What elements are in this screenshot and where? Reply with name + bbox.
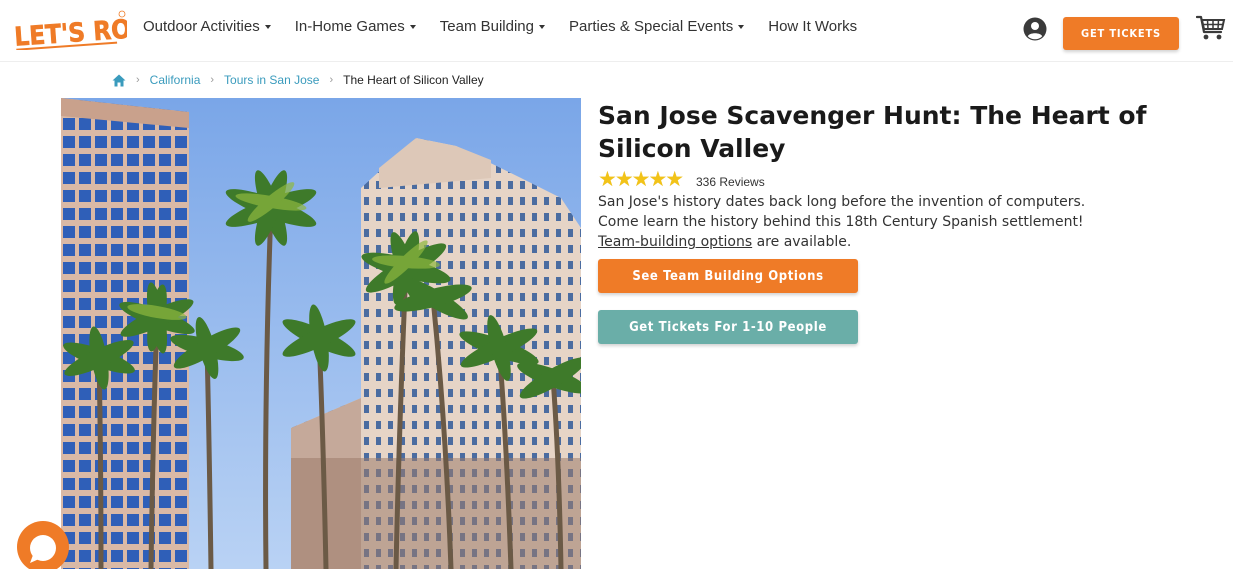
chevron-down-icon [264,24,271,29]
home-icon[interactable] [112,74,126,87]
site-header: LET'S ROAM Outdoor Activities In-Home Ga… [0,0,1233,62]
nav-in-home-games[interactable]: In-Home Games [295,18,416,35]
nav-label: Parties & Special Events [568,18,734,35]
nav-label: Outdoor Activities [143,18,260,35]
page-title: San Jose Scavenger Hunt: The Heart of Si… [598,101,1147,163]
svg-text:LET'S ROAM: LET'S ROAM [13,12,127,50]
nav-outdoor-activities[interactable]: Outdoor Activities [143,18,271,35]
breadcrumb: › California › Tours in San Jose › The H… [112,73,484,87]
nav-how-it-works[interactable]: How It Works [768,18,857,35]
nav-label: In-Home Games [294,18,405,35]
star-filled-icon: ★★★★★ [598,170,683,190]
nav-parties-special-events[interactable]: Parties & Special Events [568,18,745,35]
see-team-building-button[interactable]: See Team Building Options [598,259,858,293]
get-tickets-button[interactable]: GET TICKETS [1063,17,1179,50]
chevron-down-icon [538,24,545,29]
breadcrumb-separator: › [136,74,140,86]
rating-stars: ★★★★★ ★★★★★ [598,169,692,190]
lets-roam-logo[interactable]: LET'S ROAM [12,8,173,53]
main-nav: Outdoor Activities In-Home Games Team Bu… [143,18,881,35]
breadcrumb-current: The Heart of Silicon Valley [343,73,484,87]
team-building-options-link[interactable]: Team-building options [598,234,752,250]
chat-bubble-icon[interactable] [17,521,69,569]
chevron-down-icon [409,24,416,29]
star-rating: ★★★★★ ★★★★★ 336 Reviews [598,169,765,190]
breadcrumb-separator: › [329,74,334,86]
nav-label: Team Building [439,18,534,35]
get-tickets-people-button[interactable]: Get Tickets For 1-10 People [598,310,858,344]
team-building-suffix: are available. [752,234,852,250]
user-circle-icon[interactable] [1023,17,1047,41]
description-line: Come learn the history behind this 18th … [598,214,1084,230]
nav-label: How It Works [768,18,858,35]
review-count: 336 Reviews [696,174,765,189]
breadcrumb-california[interactable]: California [150,73,201,87]
product-description: San Jose's history dates back long befor… [598,192,1198,252]
nav-team-building[interactable]: Team Building [440,18,545,35]
breadcrumb-tours-san-jose[interactable]: Tours in San Jose [224,73,319,87]
chevron-down-icon [738,24,745,29]
breadcrumb-separator: › [210,74,215,86]
hero-photo [61,98,581,569]
description-line: San Jose's history dates back long befor… [598,194,1086,210]
shopping-cart-icon[interactable] [1195,14,1226,42]
team-building-note: Team-building options are available. [598,232,1198,252]
